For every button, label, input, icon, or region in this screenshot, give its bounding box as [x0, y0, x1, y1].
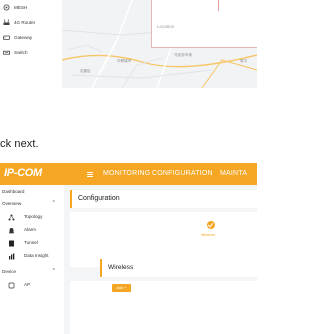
sidebar-item-dashboard[interactable]: Dashboard [0, 185, 64, 197]
divider [218, 0, 219, 11]
wireless-card-header: Wireless [100, 259, 257, 277]
menu-icon[interactable] [87, 172, 93, 177]
map-label: 常平 [240, 59, 248, 63]
sidebar-item-data-insight[interactable]: Data Insight [0, 250, 64, 262]
sidebar-item-topology[interactable]: Topology [0, 211, 64, 223]
router-icon [2, 18, 11, 27]
page: MESH 4G Router Gateway Switch 花都区 华联城市 乌… [0, 0, 257, 334]
sidebar-section-overview[interactable]: Overview ^ [0, 197, 64, 209]
map-label: 花都区 [80, 69, 91, 73]
sidebar-item-label: Topology [24, 214, 43, 219]
check-icon [207, 221, 215, 229]
device-type-list: MESH 4G Router Gateway Switch [0, 0, 62, 88]
data-insight-icon [7, 252, 15, 260]
sidebar-item-alarm[interactable]: Alarm [0, 224, 64, 236]
wireless-section [70, 281, 257, 334]
sidebar-item-label: Tunnel [24, 240, 38, 245]
nav-monitoring[interactable]: MONITORING [103, 170, 150, 177]
topology-icon [7, 213, 15, 221]
tunnel-icon [7, 239, 15, 247]
nav-configuration[interactable]: CONFIGURATION [152, 170, 213, 177]
chevron-up-icon: ^ [52, 268, 55, 274]
sidebar-item-label: Dashboard [2, 188, 25, 194]
configuration-screenshot: IP-COM MONITORING CONFIGURATION MAINTA D… [0, 163, 257, 334]
device-item-switch[interactable]: Switch [0, 45, 62, 59]
instruction-text: ck next. [0, 138, 39, 150]
map-label: 华联城市 [117, 59, 132, 63]
sidebar-item-label: AP [24, 282, 31, 287]
device-item-mesh[interactable]: MESH [0, 0, 62, 14]
nav-maintain[interactable]: MAINTA [220, 170, 247, 177]
sidebar-item-tunnel[interactable]: Tunnel [0, 237, 64, 249]
map-label: 乌克劳市场 [174, 53, 192, 57]
page-title: Configuration [78, 195, 120, 202]
alarm-icon [7, 226, 15, 234]
location-field[interactable]: Location [157, 24, 174, 29]
wireless-card-title: Wireless [108, 264, 134, 271]
sidebar-item-label: Data Insight [24, 253, 49, 258]
ap-icon [7, 281, 15, 289]
map-screenshot: MESH 4G Router Gateway Switch 花都区 华联城市 乌… [0, 0, 257, 88]
location-panel: Location [151, 0, 257, 48]
step-label-wireless: Wireless [201, 233, 215, 237]
device-item-label: Switch [14, 49, 28, 55]
switch-icon [2, 48, 11, 57]
device-item-label: Gateway [14, 34, 33, 40]
sidebar-item-ap[interactable]: AP [0, 279, 64, 291]
chevron-up-icon: ^ [52, 200, 55, 206]
device-item-gateway[interactable]: Gateway [0, 30, 62, 44]
device-item-label: MESH [14, 4, 28, 10]
device-item-label: 4G Router [14, 19, 36, 25]
sidebar-section-device[interactable]: Device ^ [0, 265, 64, 277]
sidebar-section-label: Device [2, 268, 17, 274]
add-button[interactable]: Add + [112, 284, 131, 292]
gateway-icon [2, 33, 11, 42]
top-navbar: IP-COM MONITORING CONFIGURATION MAINTA [0, 163, 257, 185]
device-item-4g-router[interactable]: 4G Router [0, 15, 62, 29]
sidebar-item-label: Alarm [24, 227, 36, 232]
sidebar: Dashboard Overview ^ Topology Alarm Tunn… [0, 185, 64, 334]
main-content: Configuration Wireless Wireless Add + [67, 185, 257, 334]
sidebar-section-label: Overview [2, 200, 22, 206]
brand-logo: IP-COM [4, 167, 42, 179]
mesh-icon [2, 3, 11, 12]
page-title-card: Configuration [70, 190, 257, 208]
